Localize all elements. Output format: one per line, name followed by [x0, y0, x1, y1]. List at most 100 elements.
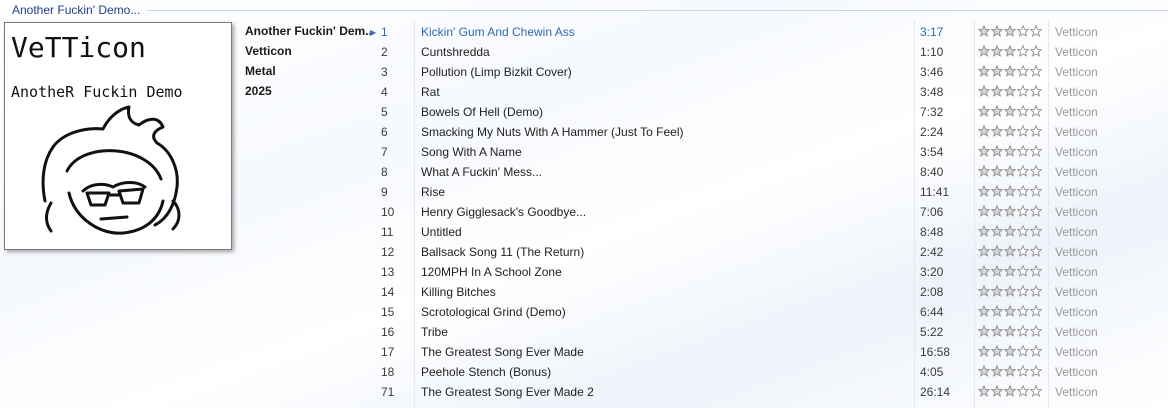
star-filled-icon[interactable]	[1004, 245, 1016, 257]
star-filled-icon[interactable]	[991, 265, 1003, 277]
album-artist[interactable]: Vetticon	[245, 44, 373, 64]
track-rating[interactable]	[978, 145, 1042, 159]
track-rating[interactable]	[978, 305, 1042, 319]
star-empty-icon[interactable]	[1030, 185, 1042, 197]
star-filled-icon[interactable]	[991, 385, 1003, 397]
track-rating[interactable]	[978, 185, 1042, 199]
track-rating[interactable]	[978, 225, 1042, 239]
track-row[interactable]: 4 Rat 3:48 Vetticon	[374, 82, 1168, 102]
star-filled-icon[interactable]	[991, 145, 1003, 157]
track-rating[interactable]	[978, 345, 1042, 359]
track-row[interactable]: 17 The Greatest Song Ever Made 16:58 Vettic…	[374, 342, 1168, 362]
track-row[interactable]: 18 Peehole Stench (Bonus) 4:05 Vetticon	[374, 362, 1168, 382]
star-empty-icon[interactable]	[1017, 305, 1029, 317]
star-empty-icon[interactable]	[1017, 325, 1029, 337]
track-row[interactable]: 6 Smacking My Nuts With A Hammer (Just To…	[374, 122, 1168, 142]
star-empty-icon[interactable]	[1017, 345, 1029, 357]
star-empty-icon[interactable]	[1017, 25, 1029, 37]
star-filled-icon[interactable]	[991, 225, 1003, 237]
star-filled-icon[interactable]	[1004, 165, 1016, 177]
album-group-header[interactable]: Another Fuckin' Demo...	[0, 0, 1168, 20]
star-filled-icon[interactable]	[1004, 25, 1016, 37]
star-filled-icon[interactable]	[991, 205, 1003, 217]
star-filled-icon[interactable]	[991, 245, 1003, 257]
track-rating[interactable]	[978, 65, 1042, 79]
track-row[interactable]: 16 Tribe 5:22 Vetticon	[374, 322, 1168, 342]
star-empty-icon[interactable]	[1030, 265, 1042, 277]
album-title[interactable]: Another Fuckin' Dem...	[245, 24, 373, 44]
track-row[interactable]: 12 Ballsack Song 11 (The Return) 2:42 Vetti…	[374, 242, 1168, 262]
track-row[interactable]: 15 Scrotological Grind (Demo) 6:44 Vetticon	[374, 302, 1168, 322]
star-filled-icon[interactable]	[1004, 65, 1016, 77]
star-empty-icon[interactable]	[1030, 145, 1042, 157]
star-filled-icon[interactable]	[978, 85, 990, 97]
star-empty-icon[interactable]	[1017, 245, 1029, 257]
star-filled-icon[interactable]	[1004, 145, 1016, 157]
star-empty-icon[interactable]	[1017, 145, 1029, 157]
track-rating[interactable]	[978, 245, 1042, 259]
star-filled-icon[interactable]	[1004, 345, 1016, 357]
star-empty-icon[interactable]	[1030, 365, 1042, 377]
album-art[interactable]: VeTTicon AnotheR Fuckin Demo	[4, 22, 232, 250]
track-rating[interactable]	[978, 105, 1042, 119]
star-empty-icon[interactable]	[1017, 105, 1029, 117]
star-filled-icon[interactable]	[1004, 265, 1016, 277]
star-empty-icon[interactable]	[1017, 125, 1029, 137]
star-filled-icon[interactable]	[978, 25, 990, 37]
star-filled-icon[interactable]	[991, 165, 1003, 177]
star-filled-icon[interactable]	[978, 325, 990, 337]
star-empty-icon[interactable]	[1030, 125, 1042, 137]
track-rating[interactable]	[978, 165, 1042, 179]
star-filled-icon[interactable]	[978, 305, 990, 317]
star-empty-icon[interactable]	[1030, 105, 1042, 117]
star-empty-icon[interactable]	[1030, 285, 1042, 297]
star-empty-icon[interactable]	[1030, 385, 1042, 397]
star-filled-icon[interactable]	[991, 345, 1003, 357]
star-filled-icon[interactable]	[991, 25, 1003, 37]
track-rating[interactable]	[978, 385, 1042, 399]
star-empty-icon[interactable]	[1030, 205, 1042, 217]
star-filled-icon[interactable]	[978, 225, 990, 237]
star-empty-icon[interactable]	[1030, 45, 1042, 57]
star-filled-icon[interactable]	[991, 305, 1003, 317]
star-filled-icon[interactable]	[1004, 105, 1016, 117]
track-row[interactable]: 5 Bowels Of Hell (Demo) 7:32 Vetticon	[374, 102, 1168, 122]
star-empty-icon[interactable]	[1017, 185, 1029, 197]
track-row[interactable]: 8 What A Fuckin' Mess... 8:40 Vetticon	[374, 162, 1168, 182]
track-rating[interactable]	[978, 25, 1042, 39]
star-empty-icon[interactable]	[1017, 365, 1029, 377]
star-empty-icon[interactable]	[1030, 305, 1042, 317]
star-empty-icon[interactable]	[1017, 85, 1029, 97]
star-filled-icon[interactable]	[1004, 185, 1016, 197]
star-empty-icon[interactable]	[1017, 385, 1029, 397]
star-filled-icon[interactable]	[991, 85, 1003, 97]
star-filled-icon[interactable]	[978, 265, 990, 277]
star-empty-icon[interactable]	[1017, 65, 1029, 77]
star-filled-icon[interactable]	[978, 45, 990, 57]
star-empty-icon[interactable]	[1017, 265, 1029, 277]
star-empty-icon[interactable]	[1017, 225, 1029, 237]
star-filled-icon[interactable]	[978, 205, 990, 217]
star-filled-icon[interactable]	[991, 365, 1003, 377]
star-filled-icon[interactable]	[1004, 225, 1016, 237]
star-empty-icon[interactable]	[1030, 245, 1042, 257]
track-rating[interactable]	[978, 45, 1042, 59]
star-filled-icon[interactable]	[991, 65, 1003, 77]
star-filled-icon[interactable]	[991, 185, 1003, 197]
star-filled-icon[interactable]	[1004, 205, 1016, 217]
star-filled-icon[interactable]	[1004, 125, 1016, 137]
star-filled-icon[interactable]	[991, 105, 1003, 117]
track-row[interactable]: 10 Henry Gigglesack's Goodbye... 7:06 Vetti…	[374, 202, 1168, 222]
track-row[interactable]: 9 Rise 11:41 Vetticon	[374, 182, 1168, 202]
track-rating[interactable]	[978, 365, 1042, 379]
star-filled-icon[interactable]	[991, 285, 1003, 297]
track-row[interactable]: 3 Pollution (Limp Bizkit Cover) 3:46 Vettic…	[374, 62, 1168, 82]
star-filled-icon[interactable]	[1004, 305, 1016, 317]
track-rating[interactable]	[978, 85, 1042, 99]
track-rating[interactable]	[978, 285, 1042, 299]
star-filled-icon[interactable]	[978, 345, 990, 357]
track-rating[interactable]	[978, 125, 1042, 139]
star-filled-icon[interactable]	[978, 185, 990, 197]
star-empty-icon[interactable]	[1030, 345, 1042, 357]
star-filled-icon[interactable]	[991, 45, 1003, 57]
